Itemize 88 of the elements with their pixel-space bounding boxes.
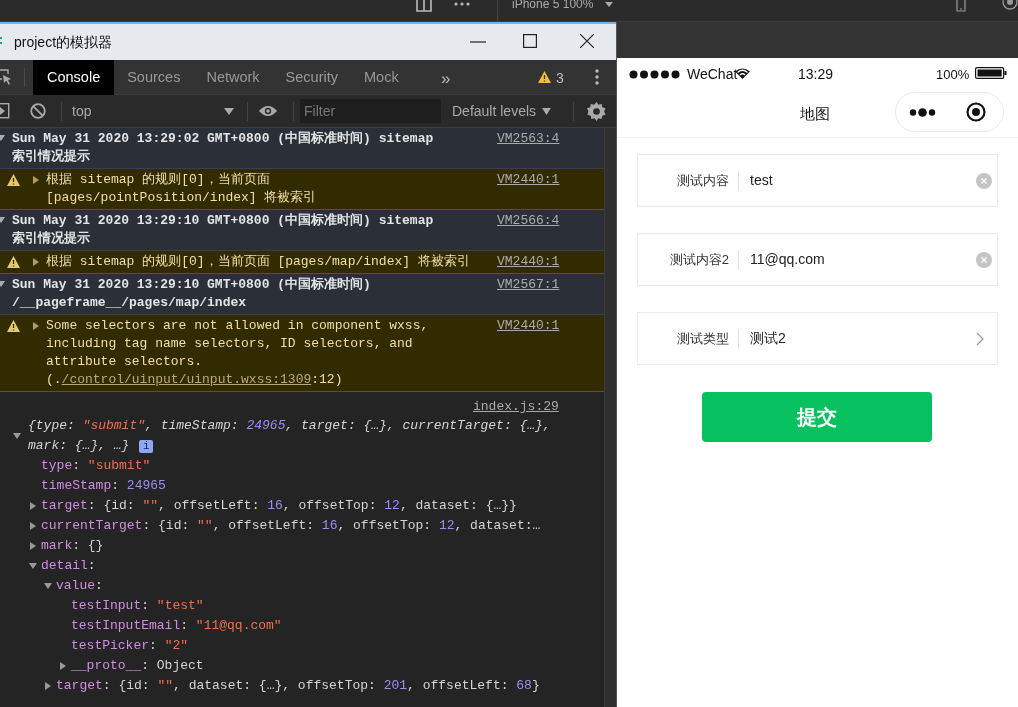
close-icon[interactable] [580, 34, 594, 48]
sidebar-toggle-icon[interactable] [0, 103, 10, 119]
dropdown-icon [542, 107, 552, 115]
source-link[interactable]: VM2563:4 [497, 130, 560, 148]
levels-dropdown[interactable]: Default levels [452, 99, 552, 123]
property-entry: value: [56, 577, 103, 596]
warning-message: 根据 sitemap 的规则[0]，当前页面 [pages/pointPosition/index] 将被索引 [46, 171, 318, 207]
property-entry: currentTarget: {id: "", offsetLeft: 16, offsetTop: 12, dataset:… [41, 517, 541, 536]
form-field[interactable]: 测试类型 测试2 [637, 312, 998, 365]
group-message: Sun May 31 2020 13:29:10 GMT+0800 (中国标准时间) sitemap 索引情况提示 [12, 212, 435, 248]
maximize-icon[interactable] [523, 34, 537, 48]
field-label: 测试内容2 [668, 250, 729, 269]
warning-icon [7, 320, 20, 332]
devtools-tab[interactable]: Sources [114, 60, 194, 95]
group-message: Sun May 31 2020 13:29:10 GMT+0800 (中国标准时间) /__pageframe__/pages/map/index [12, 276, 372, 312]
collapsed-triangle-icon[interactable] [29, 542, 37, 550]
expanded-triangle-icon[interactable] [13, 432, 21, 440]
property-entry: detail: [41, 557, 96, 576]
group-message: Sun May 31 2020 13:29:02 GMT+0800 (中国标准时间) sitemap 索引情况提示 [12, 130, 435, 166]
collapsed-triangle-icon[interactable] [29, 502, 37, 510]
clear-console-icon[interactable] [30, 103, 46, 119]
filter-field[interactable]: Filter [300, 99, 441, 123]
expanded-triangle-icon[interactable] [44, 582, 52, 590]
field-value: test [750, 171, 773, 190]
form-field[interactable]: 测试内容2 11@qq.com [637, 233, 998, 286]
file-link[interactable]: /control/uinput/uinput.wxss:1309 [61, 372, 312, 387]
source-link[interactable]: VM2567:1 [497, 276, 560, 294]
context-selector[interactable]: top [64, 98, 244, 124]
scrollbar[interactable] [604, 128, 616, 707]
warning-icon [7, 256, 20, 268]
caret-icon [605, 2, 613, 7]
collapsed-triangle-icon[interactable] [44, 682, 52, 690]
source-link[interactable]: VM2566:4 [497, 212, 560, 230]
carrier-name: WeChat [687, 65, 738, 84]
devtools-tab[interactable]: Console [33, 60, 115, 95]
devtools-tab[interactable]: Network [193, 60, 273, 95]
warning-icon [7, 174, 20, 186]
property-entry: timeStamp: 24965 [41, 477, 166, 496]
collapsed-triangle-icon[interactable] [29, 522, 37, 530]
clock-time: 13:29 [798, 65, 834, 84]
capsule-button[interactable] [895, 92, 1004, 132]
property-entry: testInput: "test" [71, 597, 204, 616]
property-entry: target: {id: "", offsetLeft: 16, offsetTop: 12, dataset: {…}} [41, 497, 517, 516]
form-field[interactable]: 测试内容 test [637, 154, 998, 207]
device-selector[interactable]: iPhone 5 100% [512, 0, 594, 11]
more-tabs-button[interactable]: » [441, 66, 451, 92]
field-value: 测试2 [750, 329, 786, 348]
warning-message: Some selectors are not allowed in component wxss, including tag name selectors, ID selectors, and attribute selectors.(./control/uinput/uinput.wxss:1309:12) [46, 317, 430, 389]
source-link[interactable]: VM2440:1 [497, 171, 560, 189]
field-label: 测试内容 [676, 171, 729, 190]
chevron-right-icon[interactable] [976, 332, 984, 346]
devtools-tab[interactable]: Security [272, 60, 351, 95]
collapsed-triangle-icon[interactable] [32, 322, 40, 330]
eye-icon[interactable] [259, 105, 277, 117]
object-summary: {type: "submit", timeStamp: 24965, target: {…}, currentTarget: {…}, mark: {…}, …} i [28, 417, 552, 455]
kebab-menu-icon[interactable] [595, 69, 599, 85]
source-link[interactable]: index.js:29 [473, 397, 559, 417]
columns-icon[interactable] [416, 0, 432, 12]
battery-percent: 100% [936, 66, 970, 84]
field-label: 测试类型 [676, 329, 729, 348]
field-value: 11@qq.com [750, 250, 825, 269]
collapsed-triangle-icon[interactable] [32, 176, 40, 184]
close-circle-icon[interactable] [966, 102, 986, 122]
settings-icon[interactable] [587, 102, 606, 121]
expanded-triangle-icon[interactable] [29, 562, 37, 570]
property-entry: __proto__: Object [71, 657, 204, 676]
battery-icon [975, 67, 1007, 79]
more-icon[interactable] [454, 2, 470, 6]
property-entry: testPicker: "2" [71, 637, 189, 656]
inspect-icon[interactable] [0, 69, 12, 85]
source-link[interactable]: VM2440:1 [497, 253, 560, 271]
collapsed-triangle-icon[interactable] [59, 662, 67, 670]
property-entry: testInputEmail: "11@qq.com" [71, 617, 282, 636]
collapsed-triangle-icon[interactable] [32, 258, 40, 266]
dropdown-icon [224, 107, 234, 115]
property-entry: mark: {} [41, 537, 104, 556]
more-icon[interactable] [909, 108, 936, 117]
page-title: 地图 [800, 104, 830, 124]
source-link[interactable]: VM2440:1 [497, 317, 560, 335]
phone-icon[interactable] [955, 0, 967, 12]
devtools-tab[interactable]: Mock [351, 60, 412, 95]
property-entry: target: {id: "", dataset: {…}, offsetTop: 201, offsetLeft: 68} [56, 677, 540, 696]
warning-count[interactable]: 3 [556, 68, 564, 89]
property-entry: type: "submit" [41, 457, 151, 476]
record-icon[interactable] [1002, 0, 1018, 12]
warning-message: 根据 sitemap 的规则[0]，当前页面 [pages/map/index] 将被索引 [46, 253, 471, 271]
window-title: project的模拟器 [14, 32, 113, 52]
warning-icon [538, 71, 551, 83]
